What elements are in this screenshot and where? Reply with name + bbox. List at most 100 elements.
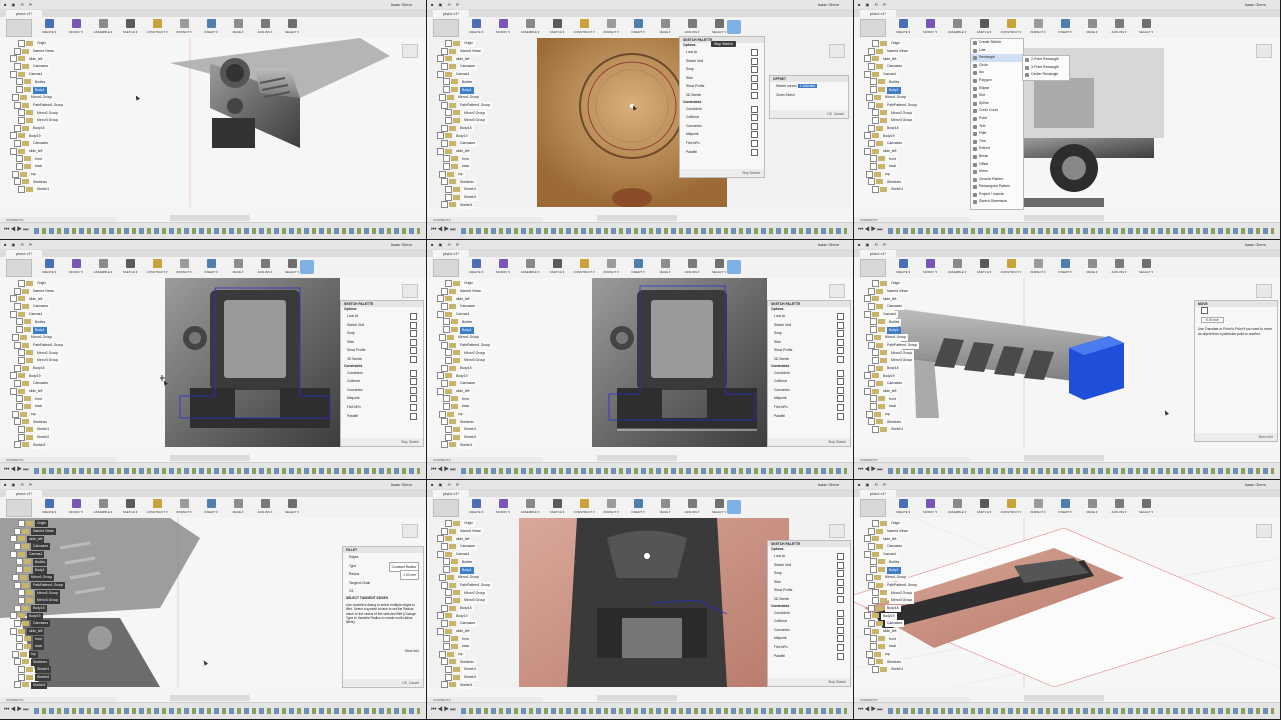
visibility-toggle[interactable] (437, 612, 444, 620)
browser-node[interactable]: top (429, 410, 521, 419)
visibility-toggle[interactable] (443, 643, 450, 650)
visibility-toggle[interactable] (12, 170, 19, 178)
show-info-link[interactable]: Show Info (1195, 433, 1277, 441)
browser-node[interactable]: Mirror2 Group (856, 349, 948, 357)
visibility-toggle[interactable] (868, 139, 875, 147)
browser-node[interactable]: Canvases (429, 139, 521, 148)
visibility-toggle[interactable] (866, 333, 873, 341)
constraint-icon[interactable] (837, 369, 844, 377)
visibility-toggle[interactable] (10, 70, 17, 78)
visibility-toggle[interactable] (443, 86, 450, 94)
ribbon-group-insert[interactable]: INSERT ▾ (198, 499, 224, 517)
checkbox-icon[interactable] (410, 321, 417, 329)
visibility-toggle[interactable] (872, 589, 879, 597)
visibility-toggle[interactable] (445, 280, 452, 287)
ribbon-group-addins[interactable]: ADD-INS ▾ (679, 259, 705, 277)
constraint-row[interactable]: Parallel (341, 412, 423, 421)
visibility-toggle[interactable] (870, 86, 877, 94)
constraint-row[interactable]: Coincident (768, 609, 850, 618)
visibility-toggle[interactable] (14, 63, 21, 71)
browser-node[interactable]: Mirror3 Group (429, 356, 521, 365)
palette-option[interactable]: Show Profile (768, 586, 850, 595)
constraint-icon[interactable] (837, 395, 844, 403)
browser-node[interactable]: Origin (2, 280, 94, 288)
visibility-toggle[interactable] (14, 47, 21, 55)
user-name[interactable]: Isaac Glenn (1245, 482, 1266, 487)
visibility-toggle[interactable] (441, 441, 448, 449)
browser-node[interactable]: Mirror2 Group (856, 109, 948, 117)
visibility-toggle[interactable] (10, 55, 17, 63)
constraint-icon[interactable] (837, 626, 844, 634)
ribbon-group-make[interactable]: MAKE ▾ (1079, 499, 1105, 517)
browser-node[interactable]: slide_left (429, 55, 521, 63)
visibility-toggle[interactable] (14, 178, 21, 186)
timeline-playback-icons[interactable]: ⏮◀▶⏭ (858, 707, 884, 714)
browser-tree[interactable]: Origin Named Views slide_left Canvases Canva… (856, 40, 948, 210)
ribbon-group-assemble[interactable]: ASSEMBLE ▾ (944, 499, 970, 517)
distance-input[interactable]: 0.00 mm (1201, 316, 1224, 323)
visibility-toggle[interactable] (16, 155, 23, 163)
menu-item[interactable]: Extend (971, 145, 1023, 153)
visibility-toggle[interactable] (868, 379, 875, 387)
timeline-features[interactable] (461, 468, 847, 474)
browser-node[interactable]: Body19 (2, 372, 94, 380)
palette-option[interactable]: Slice (341, 338, 423, 347)
constraint-row[interactable]: Parallel (680, 148, 764, 157)
visibility-toggle[interactable] (445, 40, 452, 47)
browser-node[interactable]: Body19 (429, 612, 521, 620)
quick-access-toolbar[interactable]: ■ ▣ ⟲ ⟳ (431, 482, 461, 487)
browser-node[interactable]: PathPattern1 Group (2, 101, 94, 110)
browser-node[interactable]: slide_left (2, 147, 94, 156)
quick-access-toolbar[interactable]: ■ ▣ ⟲ ⟳ (858, 242, 888, 247)
navigation-bar[interactable] (1024, 695, 1104, 701)
fillet-dialog[interactable]: FILLET Edges Type Constant Radius Radius 1.00… (342, 546, 424, 688)
ribbon-group-modify[interactable]: MODIFY ▾ (917, 19, 943, 37)
visibility-toggle[interactable] (864, 612, 871, 620)
visibility-toggle[interactable] (437, 70, 444, 78)
browser-tree[interactable]: Origin Named Views slide_left Canvases Canva… (429, 280, 521, 450)
visibility-toggle[interactable] (12, 410, 19, 418)
visibility-toggle[interactable] (18, 186, 25, 194)
visibility-toggle[interactable] (18, 116, 25, 124)
visibility-toggle[interactable] (437, 147, 444, 155)
visibility-toggle[interactable] (441, 63, 448, 71)
visibility-toggle[interactable] (441, 101, 448, 109)
ribbon-group-create[interactable]: CREATE ▾ (890, 259, 916, 277)
browser-node[interactable]: Named Views (429, 47, 521, 56)
checkbox-icon[interactable] (837, 321, 844, 329)
browser-node[interactable]: Mirror2 Group (2, 349, 94, 357)
browser-node[interactable]: Mirror1 Group (2, 573, 94, 582)
palette-option[interactable]: Snap (341, 329, 423, 338)
browser-node[interactable]: Bodies (856, 78, 948, 86)
browser-node[interactable]: Named Views (856, 47, 948, 56)
timeline-features[interactable] (888, 468, 1274, 474)
visibility-toggle[interactable] (16, 643, 23, 650)
browser-node[interactable]: back (429, 643, 521, 651)
browser-node[interactable]: Body1 (2, 566, 94, 574)
browser-node[interactable]: top (429, 650, 521, 659)
constraint-icon[interactable] (837, 403, 844, 411)
ribbon-group-inspect[interactable]: INSPECT ▾ (598, 499, 624, 517)
constraint-icon[interactable] (837, 386, 844, 394)
checkbox-icon[interactable] (837, 347, 844, 355)
ribbon-group-insert[interactable]: INSERT ▾ (625, 19, 651, 37)
browser-node[interactable]: front (2, 155, 94, 163)
ribbon-group-construct[interactable]: CONSTRUCT ▾ (144, 499, 170, 517)
visibility-toggle[interactable] (868, 303, 875, 311)
ribbon-group-inspect[interactable]: INSPECT ▾ (1025, 499, 1051, 517)
browser-node[interactable]: back (856, 163, 948, 171)
browser-node[interactable]: Sketch2 (429, 433, 521, 442)
checkbox-icon[interactable] (837, 355, 844, 363)
quick-access-toolbar[interactable]: ■ ▣ ⟲ ⟳ (431, 2, 461, 7)
palette-option[interactable]: Sketch Grid (341, 321, 423, 330)
visibility-toggle[interactable] (872, 40, 879, 47)
viewcube[interactable] (829, 524, 845, 538)
visibility-toggle[interactable] (14, 604, 21, 612)
visibility-toggle[interactable] (439, 410, 446, 418)
sketch-palette[interactable]: SKETCH PALETTE Options Look At Sketch Grid S… (767, 300, 851, 447)
browser-node[interactable]: Canvases (2, 379, 94, 388)
visibility-toggle[interactable] (868, 101, 875, 109)
constraint-row[interactable]: Collinear (341, 377, 423, 386)
visibility-toggle[interactable] (18, 426, 25, 434)
visibility-toggle[interactable] (437, 132, 444, 140)
